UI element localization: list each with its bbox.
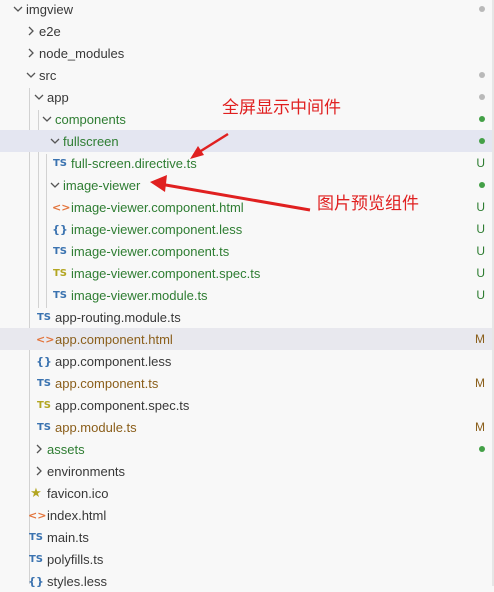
arrow-to-directive: [190, 132, 229, 159]
annotation-arrows: [150, 132, 311, 212]
annotation-fullscreen-note: 全屏显示中间件: [222, 98, 341, 118]
arrow-to-image-viewer: [150, 175, 311, 212]
annotation-viewer-note: 图片预览组件: [317, 194, 419, 214]
